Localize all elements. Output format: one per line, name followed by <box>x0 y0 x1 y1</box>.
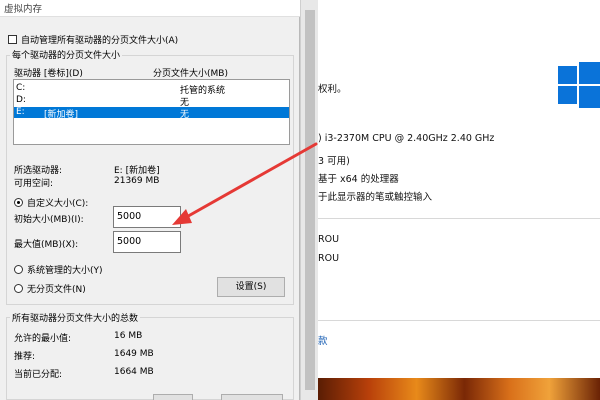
full-computer-name-text: ROU <box>318 253 340 264</box>
desktop-wallpaper <box>318 378 600 400</box>
ok-button[interactable] <box>153 394 193 400</box>
memory-text: 3 可用) <box>318 156 350 167</box>
title-divider <box>0 16 300 17</box>
pen-touch-text: 于此显示器的笔或触控输入 <box>318 192 433 203</box>
custom-size-label: 自定义大小(C): <box>27 199 89 209</box>
recommended-label: 推荐: <box>14 352 36 362</box>
selected-drive-value: E: [新加卷] <box>114 166 160 176</box>
system-text-line: 权利。 <box>318 84 347 95</box>
no-paging-file-label: 无分页文件(N) <box>27 285 86 295</box>
cancel-button[interactable] <box>221 394 283 400</box>
system-type-text: 基于 x64 的处理器 <box>318 174 399 185</box>
radio-dot[interactable] <box>14 198 23 207</box>
windows-logo-icon <box>558 62 600 108</box>
set-button[interactable]: 设置(S) <box>217 277 285 297</box>
per-drive-group-label: 每个驱动器的分页文件大小 <box>10 48 123 61</box>
scrollbar-thumb[interactable] <box>305 10 315 390</box>
drive-paging-size: 无 <box>180 110 190 120</box>
drive-row[interactable]: D: 无 <box>14 95 289 108</box>
current-allocated-label: 当前已分配: <box>14 370 63 380</box>
current-allocated-value: 1664 MB <box>114 367 154 377</box>
divider <box>318 320 600 321</box>
initial-size-label: 初始大小(MB)(I): <box>14 215 84 225</box>
processor-text: ) i3-2370M CPU @ 2.40GHz 2.40 GHz <box>318 133 495 144</box>
radio-dot[interactable] <box>14 265 23 274</box>
drive-list[interactable]: C: 托管的系统 D: 无 E: [新加卷] 无 <box>13 79 290 145</box>
max-size-input[interactable]: 5000 <box>113 231 181 253</box>
no-paging-file-radio[interactable]: 无分页文件(N) <box>14 282 86 295</box>
selected-drive-label: 所选驱动器: <box>14 166 63 176</box>
drive-letter: C: <box>16 83 26 93</box>
max-size-label: 最大值(MB)(X): <box>14 240 79 250</box>
drive-row-selected[interactable]: E: [新加卷] 无 <box>14 107 289 120</box>
total-size-group-label: 所有驱动器分页文件大小的总数 <box>10 311 141 324</box>
recommended-value: 1649 MB <box>114 349 154 359</box>
column-size-header: 分页文件大小(MB) <box>153 69 228 79</box>
system-managed-radio[interactable]: 系统管理的大小(Y) <box>14 263 103 276</box>
custom-size-radio[interactable]: 自定义大小(C): <box>14 196 88 209</box>
watermark-url: jingyan.baidu.com <box>470 366 544 375</box>
watermark: Baidu 经验 <box>448 342 568 366</box>
drive-letter: E: <box>16 107 25 117</box>
initial-size-input[interactable]: 5000 <box>113 206 181 228</box>
min-allowed-label: 允许的最小值: <box>14 334 72 344</box>
terms-link[interactable]: 款 <box>318 333 328 347</box>
checkbox-box[interactable] <box>8 35 17 44</box>
divider <box>318 218 600 219</box>
dialog-title: 虚拟内存 <box>0 0 300 16</box>
drive-row[interactable]: C: 托管的系统 <box>14 83 289 96</box>
drive-letter: D: <box>16 95 26 105</box>
free-space-value: 21369 MB <box>114 176 160 186</box>
column-drive-header: 驱动器 [卷标](D) <box>14 69 83 79</box>
radio-dot[interactable] <box>14 284 23 293</box>
auto-manage-label: 自动管理所有驱动器的分页文件大小(A) <box>21 36 179 46</box>
free-space-label: 可用空间: <box>14 179 54 189</box>
drive-volume-label: [新加卷] <box>44 110 79 120</box>
min-allowed-value: 16 MB <box>114 331 143 341</box>
computer-name-text: ROU <box>318 234 340 245</box>
system-managed-label: 系统管理的大小(Y) <box>27 266 103 276</box>
auto-manage-checkbox[interactable]: 自动管理所有驱动器的分页文件大小(A) <box>8 33 178 46</box>
scrollbar[interactable] <box>300 0 318 400</box>
